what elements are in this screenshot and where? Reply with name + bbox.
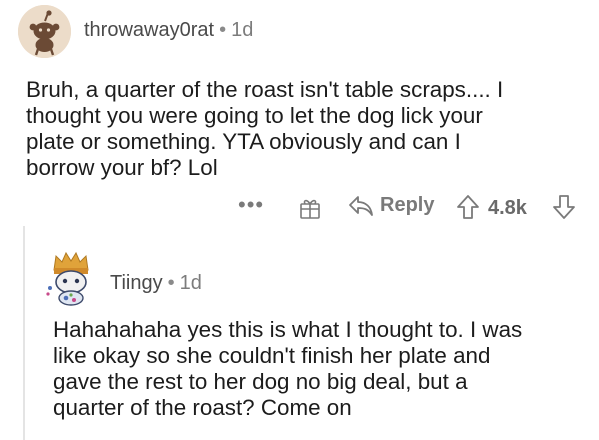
custom-avatar-icon: [46, 251, 89, 306]
upvote-arrow-icon: [457, 195, 479, 219]
comment-line: Bruh, a quarter of the roast isn't table…: [26, 77, 504, 102]
reply-label: Reply: [380, 194, 435, 216]
reply-author: Tiingy • 1d: [110, 272, 202, 295]
reply-username[interactable]: Tiingy: [110, 272, 163, 294]
reply-user-avatar[interactable]: [42, 248, 100, 306]
reply-line: like okay so she couldn't finish her pla…: [53, 343, 491, 368]
award-button[interactable]: [298, 196, 322, 225]
reply-line: gave the rest to her dog no big deal, bu…: [53, 369, 468, 394]
thread-collapse-line[interactable]: [23, 226, 25, 440]
downvote-arrow-icon: [553, 195, 575, 219]
comment-author: throwaway0rat • 1d: [84, 19, 253, 42]
more-options-button[interactable]: •••: [238, 192, 264, 218]
reply-line: quarter of the roast? Come on: [53, 395, 352, 420]
vote-score: 4.8k: [488, 197, 527, 219]
snoo-avatar-icon: [18, 5, 71, 58]
meta-separator: •: [167, 272, 175, 294]
reply-arrow-icon: [349, 195, 373, 216]
downvote-button[interactable]: [552, 194, 576, 225]
reply-body: Hahahahaha yes this is what I thought to…: [53, 317, 593, 421]
comment-line: borrow your bf? Lol: [26, 155, 218, 180]
reply-age: 1d: [179, 272, 202, 294]
user-avatar[interactable]: [18, 5, 71, 58]
comment-line: plate or something. YTA obviously and ca…: [26, 129, 461, 154]
username[interactable]: throwaway0rat: [84, 19, 214, 41]
reply-line: Hahahahaha yes this is what I thought to…: [53, 317, 523, 342]
gift-icon: [300, 199, 320, 219]
meta-separator: •: [219, 19, 227, 41]
upvote-button[interactable]: [456, 194, 480, 225]
comment-body: Bruh, a quarter of the roast isn't table…: [26, 77, 586, 181]
comment-age: 1d: [231, 19, 254, 41]
reply-button[interactable]: Reply: [348, 194, 434, 217]
comment-line: thought you were going to let the dog li…: [26, 103, 483, 128]
